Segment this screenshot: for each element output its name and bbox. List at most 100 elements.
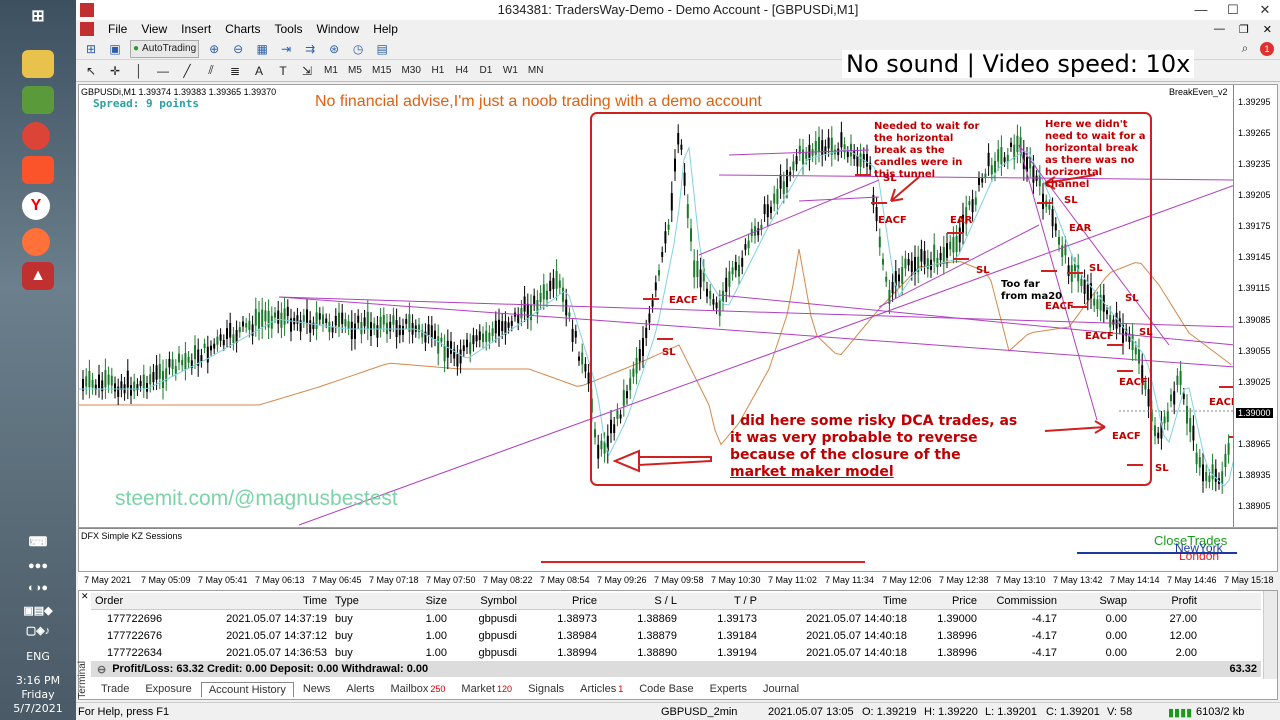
zoom-in-icon[interactable]: ⊕ [205,40,223,58]
column-header[interactable]: Order [91,595,221,607]
tf-mn[interactable]: MN [526,62,546,80]
autoscroll-icon[interactable]: ⇉ [301,40,319,58]
periods-icon[interactable]: ◷ [349,40,367,58]
price-chart[interactable]: GBPUSDi,M1 1.39374 1.39383 1.39365 1.393… [78,84,1278,528]
tab-journal[interactable]: Journal [756,682,806,696]
tf-m30[interactable]: M30 [399,62,422,80]
column-header[interactable]: Type [331,595,391,607]
menu-window[interactable]: Window [317,22,360,36]
price-axis[interactable]: 1.39295 1.39265 1.39235 1.39205 1.39175 1.391… [1233,85,1277,527]
mdi-minimize-button[interactable]: — [1214,23,1225,35]
menu-charts[interactable]: Charts [225,22,260,36]
cursor-icon[interactable]: ↖ [82,62,100,80]
column-header[interactable]: Time [761,595,911,607]
candle-body [402,326,404,335]
profiles-icon[interactable]: ▣ [106,40,124,58]
tab-code-base[interactable]: Code Base [632,682,700,696]
tray-icons-4[interactable]: ▢◈♪ [22,620,54,640]
tab-exposure[interactable]: Exposure [138,682,198,696]
tab-mailbox[interactable]: Mailbox 250 [383,682,452,696]
tray-icons[interactable]: ●●● [22,556,54,576]
tf-m5[interactable]: M5 [346,62,364,80]
tab-signals[interactable]: Signals [521,682,571,696]
mdi-restore-button[interactable]: ❐ [1239,23,1249,36]
tab-articles[interactable]: Articles 1 [573,682,630,696]
table-row[interactable]: 177722676 2021.05.07 14:37:12 buy 1.00 gbpus… [91,627,1261,644]
tab-experts[interactable]: Experts [703,682,754,696]
arrows-icon[interactable]: ⇲ [298,62,316,80]
clock-time[interactable]: 3:16 PM [0,674,76,687]
tab-news[interactable]: News [296,682,338,696]
trendline-icon[interactable]: ╱ [178,62,196,80]
windows-start-icon[interactable]: ⊞ [22,2,54,30]
tf-h4[interactable]: H4 [453,62,471,80]
menu-view[interactable]: View [141,22,167,36]
input-language[interactable]: ENG [0,650,76,663]
menu-help[interactable]: Help [373,22,398,36]
indicators-icon[interactable]: ⊛ [325,40,343,58]
chart-shift-icon[interactable]: ⇥ [277,40,295,58]
crosshair-icon[interactable]: ✛ [106,62,124,80]
tf-w1[interactable]: W1 [501,62,520,80]
tab-account-history[interactable]: Account History [200,681,294,697]
tray-icons-3[interactable]: ▣▤◆ [22,600,54,620]
chart-window-icon[interactable] [80,22,94,36]
column-header[interactable]: Profit [1131,595,1201,607]
channel-icon[interactable]: ⫽ [202,62,220,80]
table-row[interactable]: 177722634 2021.05.07 14:36:53 buy 1.00 gbpus… [91,644,1261,661]
app-icon[interactable] [22,86,54,114]
search-icon[interactable]: ⌕ [1236,40,1254,58]
menu-tools[interactable]: Tools [275,22,303,36]
column-header[interactable]: Price [911,595,981,607]
tab-alerts[interactable]: Alerts [339,682,381,696]
zoom-out-icon[interactable]: ⊖ [229,40,247,58]
keyboard-icon[interactable]: ⌨ [22,528,54,556]
candle-body [904,258,907,269]
brave-icon[interactable] [22,156,54,184]
autotrading-button[interactable]: ● AutoTrading [130,39,200,58]
tile-windows-icon[interactable]: ▦ [253,40,271,58]
candle-body [850,143,852,157]
column-header[interactable]: Time [221,595,331,607]
tf-h1[interactable]: H1 [429,62,447,80]
column-header[interactable]: Swap [1061,595,1131,607]
scrollbar[interactable] [1263,591,1277,679]
column-header[interactable]: Size [391,595,451,607]
column-header[interactable]: S / L [601,595,681,607]
notifications-icon[interactable]: 1 [1260,41,1274,56]
close-button[interactable]: ✕ [1250,0,1280,20]
tf-m15[interactable]: M15 [370,62,393,80]
mdi-close-button[interactable]: ✕ [1263,23,1272,36]
table-row[interactable]: 177722696 2021.05.07 14:37:19 buy 1.00 gbpus… [91,610,1261,627]
horizontal-line-icon[interactable]: — [154,62,172,80]
candle-body [958,227,961,243]
high-price: H: 1.39220 [924,706,978,718]
tf-d1[interactable]: D1 [477,62,495,80]
file-explorer-icon[interactable] [22,50,54,78]
column-header[interactable]: Commission [981,595,1061,607]
tray-icons-2[interactable]: ◐◑● [22,578,54,598]
fibo-icon[interactable]: ≣ [226,62,244,80]
chrome-icon[interactable] [22,122,50,150]
terminal-close-icon[interactable]: ✕ [81,591,89,602]
menu-file[interactable]: File [108,22,127,36]
metatrader-icon[interactable]: ▲ [22,262,54,290]
indicator-subwindow[interactable]: DFX Simple KZ Sessions CloseTrades NewYo… [78,528,1278,572]
maximize-button[interactable]: ☐ [1218,0,1248,20]
minimize-button[interactable]: — [1186,0,1216,20]
text-icon[interactable]: A [250,62,268,80]
tf-m1[interactable]: M1 [322,62,340,80]
tab-trade[interactable]: Trade [94,682,136,696]
column-header[interactable]: Price [521,595,601,607]
templates-icon[interactable]: ▤ [373,40,391,58]
firefox-icon[interactable] [22,228,50,256]
label-sl: SL [662,347,676,358]
column-header[interactable]: Symbol [451,595,521,607]
label-icon[interactable]: T [274,62,292,80]
column-header[interactable]: T / P [681,595,761,607]
tab-market[interactable]: Market 120 [454,682,519,696]
yandex-icon[interactable]: Y [22,192,50,220]
menu-insert[interactable]: Insert [181,22,211,36]
vertical-line-icon[interactable]: │ [130,62,148,80]
new-order-icon[interactable]: ⊞ [82,40,100,58]
